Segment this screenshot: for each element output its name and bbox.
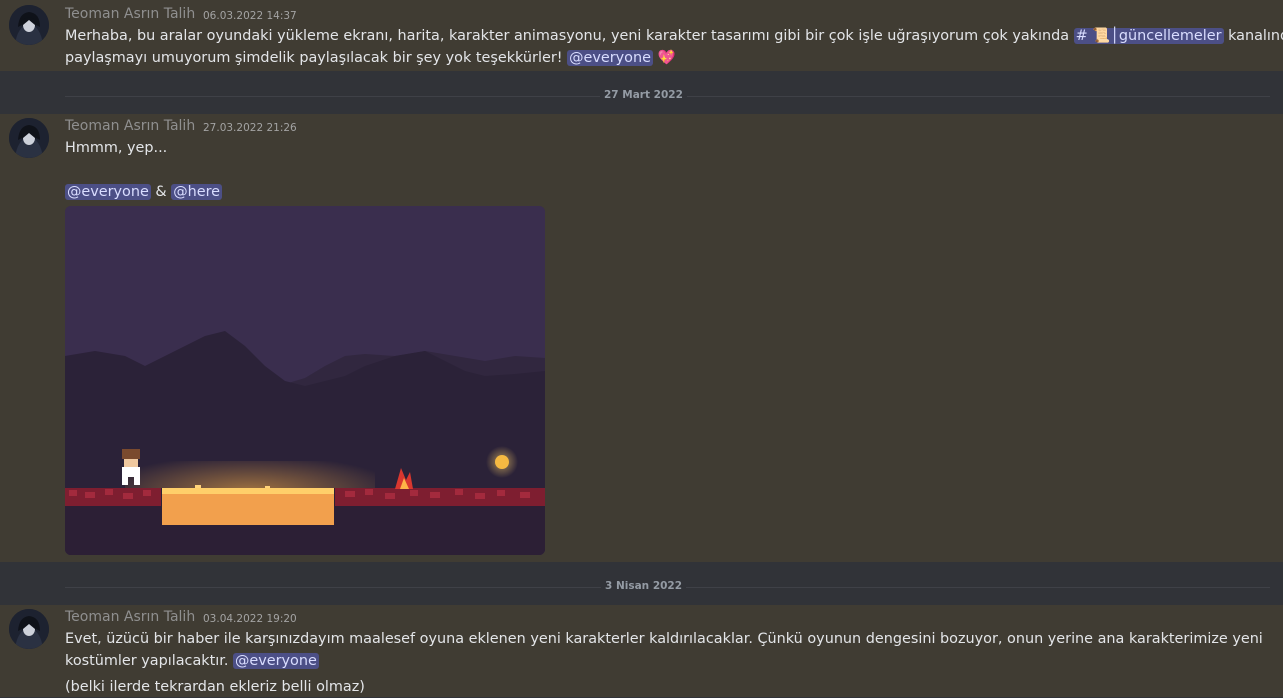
date-divider: 27 Mart 2022 [0, 71, 1283, 114]
ampersand-text: & [155, 184, 167, 200]
timestamp: 06.03.2022 14:37 [203, 10, 297, 22]
channel-mention[interactable]: # 📜│güncellemeler [1073, 28, 1224, 44]
author-name[interactable]: Teoman Asrın Talih [65, 609, 195, 625]
date-divider: 3 Nisan 2022 [0, 562, 1283, 605]
message-text-part: kostümler yapılacaktır. [65, 653, 229, 669]
coin [495, 455, 509, 469]
message-text-part: paylaşmayı umuyorum şimdelik paylaşılaca… [65, 50, 563, 66]
timestamp: 27.03.2022 21:26 [203, 122, 297, 134]
message-text: Hmmm, yep... [65, 140, 168, 156]
scroll-icon: 📜 [1092, 28, 1111, 44]
message-text: Evet, üzücü bir haber ile karşınızdayım … [65, 631, 1263, 647]
message-text: kostümler yapılacaktır. @everyone [65, 650, 319, 672]
everyone-mention[interactable]: @everyone [232, 653, 319, 669]
hash-icon: # [1075, 28, 1088, 44]
author-name[interactable]: Teoman Asrın Talih [65, 6, 195, 22]
timestamp: 03.04.2022 19:20 [203, 613, 297, 625]
message-text-part: Merhaba, bu aralar oyundaki yükleme ekra… [65, 28, 1070, 44]
divider-date-label: 3 Nisan 2022 [601, 580, 687, 592]
avatar[interactable] [9, 609, 49, 649]
author-name[interactable]: Teoman Asrın Talih [65, 118, 195, 134]
everyone-mention[interactable]: @everyone [567, 50, 653, 66]
avatar[interactable] [9, 118, 49, 158]
heart-emoji-icon: 💖 [657, 50, 676, 66]
message-1: Teoman Asrın Talih 06.03.2022 14:37 Merh… [0, 0, 1283, 71]
game-screenshot-image[interactable] [65, 206, 545, 555]
message-text: Merhaba, bu aralar oyundaki yükleme ekra… [65, 25, 1283, 47]
avatar[interactable] [9, 5, 49, 45]
message-text: @everyone & @here [65, 181, 223, 203]
message-3: Teoman Asrın Talih 03.04.2022 19:20 Evet… [0, 605, 1283, 697]
divider-date-label: 27 Mart 2022 [600, 89, 687, 101]
message-text: paylaşmayı umuyorum şimdelik paylaşılaca… [65, 47, 675, 69]
message-text-part: kanalında [1228, 28, 1283, 44]
followup-message-text: (belki ilerde tekrardan ekleriz belli ol… [65, 679, 365, 695]
here-mention[interactable]: @here [171, 184, 223, 200]
everyone-mention[interactable]: @everyone [65, 184, 151, 200]
channel-name: │güncellemeler [1110, 28, 1222, 44]
